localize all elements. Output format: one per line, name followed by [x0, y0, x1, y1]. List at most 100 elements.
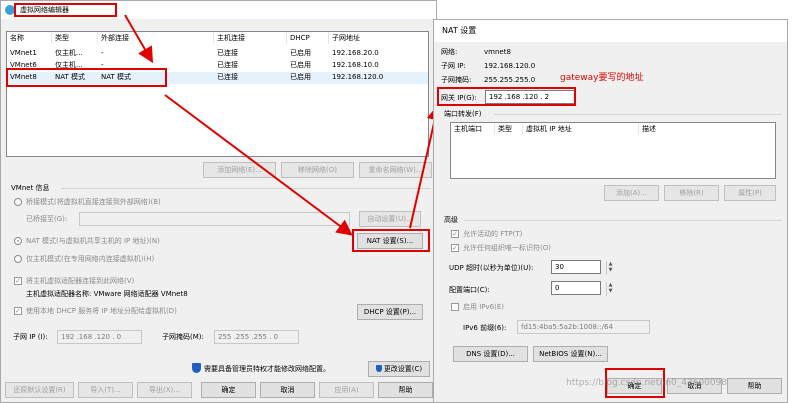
bridge-mode-label[interactable]: 桥接模式(将虚拟机直接连接到外部网络)(B) — [26, 197, 161, 207]
udp-timeout-label: UDP 超时(以秒为单位)(U): — [449, 264, 534, 272]
window-title: NAT 设置 — [442, 26, 477, 35]
row-cell: 192.168.20.0 — [332, 49, 379, 57]
bridged-to-label: 已桥接至(G): — [26, 215, 68, 223]
vmnet-info-divider — [61, 188, 431, 189]
list-header: 名称 类型 外部连接 主机连接 DHCP 子网地址 — [7, 32, 428, 44]
col-host-port[interactable]: 主机端口 — [451, 123, 495, 135]
nat-mode-label[interactable]: NAT 模式(与虚拟机共享主机的 IP 地址)(N) — [26, 236, 160, 246]
remove-port-button[interactable]: 移除(R) — [664, 185, 719, 201]
col-type[interactable]: 类型 — [495, 123, 523, 135]
config-port-label: 配置端口(C): — [449, 286, 490, 294]
subnet-ip-label: 子网 IP (I): — [13, 333, 48, 341]
add-port-button[interactable]: 添加(A)... — [604, 185, 659, 201]
config-port-spinner[interactable]: ▲ ▼ — [606, 282, 614, 296]
allow-ftp-checkbox[interactable]: ✓ — [451, 230, 459, 238]
subnet-mask-label: 子网掩码(M): — [162, 333, 204, 341]
row-cell: 192.168.120.0 — [332, 73, 384, 81]
ipv6-prefix-label: IPv6 前缀(6): — [463, 324, 507, 332]
table-row[interactable]: VMnet1 仅主机... - 已连接 已启用 192.168.20.0 — [7, 48, 428, 59]
export-button[interactable]: 导出(X)... — [137, 382, 192, 398]
ok-button[interactable]: 确定 — [201, 382, 256, 398]
col-subnet[interactable]: 子网地址 — [329, 32, 429, 44]
col-type[interactable]: 类型 — [52, 32, 98, 44]
title-highlight-box — [14, 3, 117, 17]
adapter-name-text: 主机虚拟适配器名称: VMware 网络适配器 VMnet8 — [26, 290, 188, 298]
import-button[interactable]: 导入(T)... — [78, 382, 133, 398]
row-cell: 192.168.10.0 — [332, 61, 379, 69]
network-list[interactable]: 名称 类型 外部连接 主机连接 DHCP 子网地址 VMnet1 仅主机... … — [6, 31, 429, 157]
use-dhcp-label[interactable]: 使用本地 DHCP 服务将 IP 地址分配给虚拟机(D) — [26, 306, 177, 316]
apply-button[interactable]: 应用(A) — [319, 382, 374, 398]
remove-network-button[interactable]: 移除网络(O) — [281, 162, 354, 178]
row-cell: 已连接 — [217, 73, 238, 81]
host-only-radio[interactable] — [14, 255, 22, 263]
ipv6-prefix-field[interactable]: fd15:4ba5:5a2b:1008::/64 — [517, 320, 650, 334]
allow-oui-checkbox[interactable]: ✓ — [451, 244, 459, 252]
title-bar: NAT 设置 — [434, 20, 787, 42]
subnet-ip-field[interactable]: 192 .168 .120 . 0 — [57, 330, 142, 344]
vmnet-info-label: VMnet 信息 — [11, 184, 50, 192]
port-properties-button[interactable]: 属性(P) — [724, 185, 776, 201]
network-label: 网络: — [441, 48, 458, 56]
gateway-annotation: gateway要写的地址 — [560, 73, 644, 83]
change-settings-label: 更改设置(C) — [383, 365, 423, 373]
subnet-mask-field[interactable]: 255 .255 .255 . 0 — [214, 330, 299, 344]
config-port-field[interactable]: 0 — [551, 281, 601, 295]
udp-timeout-spinner[interactable]: ▲ ▼ — [606, 261, 614, 275]
vmnet8-row-highlight-box — [6, 68, 167, 87]
allow-oui-label[interactable]: 允许任何组织唯一标识符(O) — [463, 243, 551, 253]
restore-defaults-button[interactable]: 还原默认设置(R) — [5, 382, 74, 398]
use-dhcp-checkbox[interactable]: ✓ — [14, 307, 22, 315]
col-vm-ip[interactable]: 虚拟机 IP 地址 — [523, 123, 639, 135]
col-dhcp[interactable]: DHCP — [287, 32, 329, 44]
auto-settings-button[interactable]: 自动设置(U)... — [359, 211, 421, 227]
subnet-ip-label: 子网 IP: — [441, 62, 466, 70]
col-host[interactable]: 主机连接 — [214, 32, 287, 44]
network-value: vmnet8 — [484, 48, 511, 56]
shield-icon — [375, 365, 382, 372]
dhcp-settings-button[interactable]: DHCP 设置(P)... — [357, 304, 423, 320]
watermark-text: https://blog.csdn.net/m0_43600098 — [566, 378, 728, 388]
col-external[interactable]: 外部连接 — [98, 32, 214, 44]
col-name[interactable]: 名称 — [7, 32, 52, 44]
gateway-highlight-box — [437, 87, 576, 106]
row-cell: 已启用 — [290, 73, 311, 81]
rename-network-button[interactable]: 重命名网络(W)... — [359, 162, 432, 178]
subnet-ip-value: 192.168.120.0 — [484, 62, 536, 70]
row-cell: - — [101, 49, 104, 57]
row-cell: VMnet1 — [10, 49, 37, 57]
enable-ipv6-label[interactable]: 启用 IPv6(E) — [463, 302, 504, 312]
dns-settings-button[interactable]: DNS 设置(D)... — [453, 346, 528, 362]
allow-ftp-label[interactable]: 允许活动的 FTP(T) — [463, 229, 522, 239]
admin-notice-text: 需要具备管理员特权才能修改网络配置。 — [204, 365, 330, 373]
subnet-mask-value: 255.255.255.0 — [484, 76, 536, 84]
bridged-to-select[interactable] — [79, 212, 350, 226]
bridge-mode-radio[interactable] — [14, 198, 22, 206]
col-description[interactable]: 描述 — [639, 123, 777, 135]
advanced-divider — [464, 220, 782, 221]
udp-timeout-field[interactable]: 30 — [551, 260, 601, 274]
nat-settings-window: NAT 设置 网络: vmnet8 子网 IP: 192.168.120.0 子… — [433, 19, 788, 403]
help-button[interactable]: 帮助 — [727, 378, 782, 394]
port-forward-divider — [494, 114, 782, 115]
connect-adapter-checkbox[interactable]: ✓ — [14, 277, 22, 285]
row-cell: 已启用 — [290, 49, 311, 57]
advanced-label: 高级 — [444, 216, 458, 224]
netbios-settings-button[interactable]: NetBIOS 设置(N)... — [533, 346, 608, 362]
port-forward-label: 端口转发(F) — [444, 110, 482, 118]
port-forward-list[interactable]: 主机端口 类型 虚拟机 IP 地址 描述 — [450, 122, 776, 179]
host-only-label[interactable]: 仅主机模式(在专用网络内连接虚拟机)(H) — [26, 254, 154, 264]
virtual-network-editor-window: 虚拟网络编辑器 名称 类型 外部连接 主机连接 DHCP 子网地址 VMnet1… — [0, 0, 437, 403]
help-button[interactable]: 帮助 — [378, 382, 433, 398]
nat-settings-highlight-box — [352, 229, 430, 252]
connect-adapter-label[interactable]: 将主机虚拟适配器连接到此网络(V) — [26, 276, 134, 286]
row-cell: 已连接 — [217, 49, 238, 57]
enable-ipv6-checkbox[interactable] — [451, 303, 459, 311]
change-settings-button[interactable]: 更改设置(C) — [368, 361, 430, 377]
shield-icon — [192, 363, 201, 373]
cancel-button[interactable]: 取消 — [260, 382, 315, 398]
nat-mode-radio[interactable] — [14, 237, 22, 245]
row-cell: 仅主机... — [55, 49, 83, 57]
row-cell: 已启用 — [290, 61, 311, 69]
add-network-button[interactable]: 添加网络(E)... — [203, 162, 276, 178]
